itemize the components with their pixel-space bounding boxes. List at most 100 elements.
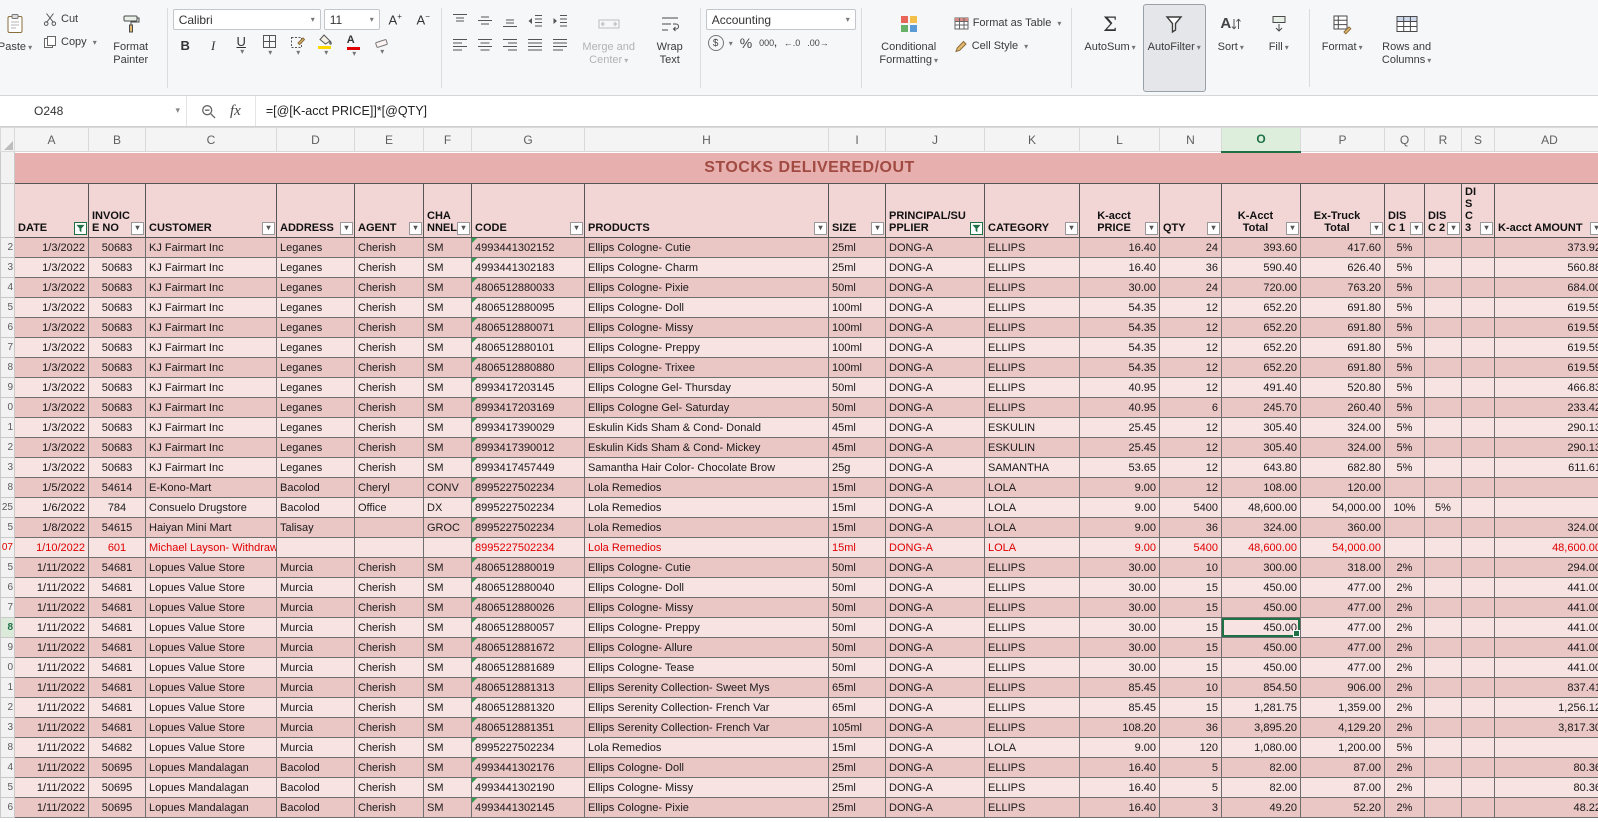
cell-H[interactable]: Ellips Serenity Collection- French Var [584, 697, 829, 719]
cell-K[interactable]: ELLIPS [984, 677, 1080, 699]
cell-J[interactable]: DONG-A [885, 337, 985, 359]
cell-AD[interactable]: 837.41 [1494, 677, 1598, 699]
cell-I[interactable]: 15ml [828, 737, 886, 759]
cell-J[interactable]: DONG-A [885, 697, 985, 719]
cell-L[interactable]: 16.40 [1079, 757, 1160, 779]
cell-I[interactable]: 100ml [828, 357, 886, 379]
cell-P[interactable]: 54,000.00 [1300, 497, 1385, 519]
cell-L[interactable]: 30.00 [1079, 557, 1160, 579]
cell-R[interactable] [1424, 317, 1462, 339]
cell-P[interactable]: 477.00 [1300, 577, 1385, 599]
header-disc-1[interactable]: DISC 1 ▾ [1384, 182, 1425, 239]
cell-C[interactable]: Lopues Value Store [145, 657, 277, 679]
cell-F[interactable]: SM [423, 557, 472, 579]
cell-J[interactable]: DONG-A [885, 317, 985, 339]
cell-D[interactable]: Murcia [276, 677, 355, 699]
cell-C[interactable]: KJ Fairmart Inc [145, 237, 277, 259]
cell-L[interactable]: 30.00 [1079, 637, 1160, 659]
cell-K[interactable]: ELLIPS [984, 717, 1080, 739]
cell-I[interactable]: 50ml [828, 657, 886, 679]
cell-D[interactable]: Murcia [276, 717, 355, 739]
cell-B[interactable]: 54681 [88, 557, 146, 579]
cell-O[interactable]: 450.00 [1221, 597, 1301, 619]
cell-K[interactable]: ESKULIN [984, 417, 1080, 439]
cell-B[interactable]: 50683 [88, 237, 146, 259]
cell-H[interactable]: Ellips Cologne- Preppy [584, 617, 829, 639]
cell-I[interactable]: 25ml [828, 237, 886, 259]
cell-I[interactable]: 50ml [828, 377, 886, 399]
cell-L[interactable]: 30.00 [1079, 657, 1160, 679]
clear-formatting-button[interactable]: ▾ [369, 35, 394, 55]
cell-D[interactable] [276, 537, 355, 559]
magnifier-icon[interactable] [201, 104, 216, 119]
cell-A[interactable]: 1/11/2022 [14, 757, 89, 779]
cell-L[interactable]: 85.45 [1079, 677, 1160, 699]
autofilter-button[interactable]: AutoFilter ▾ [1142, 4, 1206, 92]
cell-P[interactable]: 691.80 [1300, 297, 1385, 319]
cell-R[interactable] [1424, 797, 1462, 819]
cell-J[interactable]: DONG-A [885, 777, 985, 799]
cell-G[interactable]: 4806512880057 [471, 617, 585, 639]
cell-O[interactable]: 450.00 [1221, 657, 1301, 679]
cell-O[interactable]: 1,080.00 [1221, 737, 1301, 759]
cell-E[interactable]: Cherish [354, 677, 424, 699]
cell-N[interactable]: 15 [1159, 657, 1222, 679]
cell-N[interactable]: 10 [1159, 677, 1222, 699]
cell-S[interactable] [1461, 577, 1495, 599]
cell-Q[interactable]: 10% [1384, 497, 1425, 519]
cell-AD[interactable]: 373.92 [1494, 237, 1598, 259]
cell-F[interactable]: SM [423, 237, 472, 259]
align-right-button[interactable] [499, 35, 521, 55]
cell-K[interactable]: ESKULIN [984, 437, 1080, 459]
filter-dropdown-icon[interactable]: ▾ [1590, 222, 1598, 236]
cell-J[interactable]: DONG-A [885, 597, 985, 619]
cell-P[interactable]: 87.00 [1300, 757, 1385, 779]
cell-O[interactable]: 652.20 [1221, 317, 1301, 339]
cell-G[interactable]: 4806512880071 [471, 317, 585, 339]
cell-B[interactable]: 50683 [88, 337, 146, 359]
cell-G[interactable]: 4806512881351 [471, 717, 585, 739]
cell-H[interactable]: Ellips Cologne- Charm [584, 257, 829, 279]
cell-P[interactable]: 763.20 [1300, 277, 1385, 299]
cell-J[interactable]: DONG-A [885, 357, 985, 379]
cell-B[interactable]: 50683 [88, 397, 146, 419]
header-products[interactable]: PRODUCTS ▾ [584, 182, 829, 239]
header-k-acct-price[interactable]: K-acct PRICE ▾ [1079, 182, 1160, 239]
cell-S[interactable] [1461, 437, 1495, 459]
row-number[interactable]: 5 [0, 297, 15, 319]
cell-H[interactable]: Ellips Cologne- Missy [584, 777, 829, 799]
cell-F[interactable]: SM [423, 617, 472, 639]
filter-dropdown-icon[interactable]: ▾ [409, 222, 422, 236]
cell-F[interactable]: SM [423, 577, 472, 599]
cell-C[interactable]: KJ Fairmart Inc [145, 317, 277, 339]
cell-N[interactable]: 15 [1159, 577, 1222, 599]
row-number[interactable]: 5 [0, 777, 15, 799]
cell-J[interactable]: DONG-A [885, 237, 985, 259]
row-number[interactable]: 0 [0, 657, 15, 679]
cell-C[interactable]: Haiyan Mini Mart [145, 517, 277, 539]
cell-AD[interactable]: 441.00 [1494, 597, 1598, 619]
row-number[interactable]: 5 [0, 517, 15, 539]
cell-D[interactable]: Talisay [276, 517, 355, 539]
merge-center-button[interactable]: Merge and Center ▾ [573, 4, 645, 92]
cell-G[interactable]: 8993417390012 [471, 437, 585, 459]
cell-H[interactable]: Ellips Cologne- Pixie [584, 797, 829, 819]
cell-H[interactable]: Eskulin Kids Sham & Cond- Mickey [584, 437, 829, 459]
cell-A[interactable]: 1/3/2022 [14, 437, 89, 459]
cell-D[interactable]: Murcia [276, 557, 355, 579]
cell-A[interactable]: 1/11/2022 [14, 617, 89, 639]
cell-F[interactable]: SM [423, 277, 472, 299]
cell-E[interactable]: Cherish [354, 397, 424, 419]
cell-P[interactable]: 520.80 [1300, 377, 1385, 399]
cell-B[interactable]: 50683 [88, 437, 146, 459]
cell-N[interactable]: 5400 [1159, 497, 1222, 519]
cell-N[interactable]: 12 [1159, 457, 1222, 479]
cell-K[interactable]: ELLIPS [984, 777, 1080, 799]
borders-button[interactable]: ▾ [257, 34, 282, 56]
cell-L[interactable]: 85.45 [1079, 697, 1160, 719]
cell-G[interactable]: 4806512881313 [471, 677, 585, 699]
cell-L[interactable]: 54.35 [1079, 357, 1160, 379]
cell-A[interactable]: 1/3/2022 [14, 357, 89, 379]
cell-L[interactable]: 30.00 [1079, 577, 1160, 599]
cell-Q[interactable]: 2% [1384, 557, 1425, 579]
